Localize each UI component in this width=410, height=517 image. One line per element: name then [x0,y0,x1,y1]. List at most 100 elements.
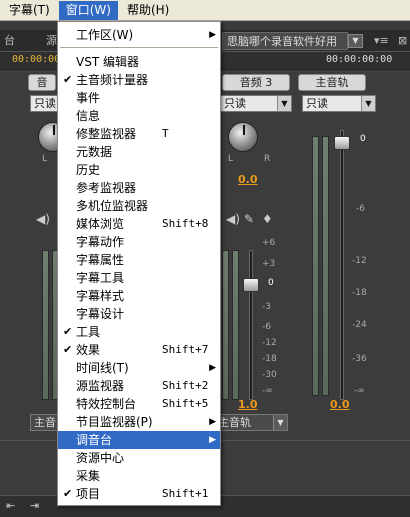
menu-item-label: 节目监视器(P) [76,415,153,429]
menu-help[interactable]: 帮助(H) [120,1,176,20]
speaker-icon[interactable]: ◀) [36,212,50,226]
menu-item-effects[interactable]: ✔ 效果 Shift+7 [58,341,220,359]
menu-item-tools[interactable]: ✔ 工具 [58,323,220,341]
automation-mode-master-label: 只读 [306,97,328,110]
menu-item-resource-central[interactable]: 资源中心 [58,449,220,467]
check-icon: ✔ [63,487,73,500]
chevron-down-icon: ▼ [273,415,287,430]
menu-item-vst-editor[interactable]: VST 编辑器 [58,53,220,71]
chevron-down-icon: ▼ [277,96,291,111]
go-to-in-icon[interactable]: ⇤ [6,499,15,512]
menu-item-label: 多机位监视器 [76,199,149,213]
menu-item-program-monitor[interactable]: 节目监视器(P) ▶ [58,413,220,431]
menu-item-history[interactable]: 历史 [58,161,220,179]
window-menu: 工作区(W) ▶ VST 编辑器 ✔ 主音频计量器 事件 信息 修整监视器 T 元数据… [57,21,221,506]
automation-mode-audio3[interactable]: 只读 ▼ [220,95,292,112]
level-meter-master-l [312,136,319,396]
menu-item-label: 历史 [76,163,101,177]
menu-item-shortcut: Shift+7 [162,343,209,356]
menu-item-effect-controls[interactable]: 特效控制台 Shift+5 [58,395,220,413]
track-name-left[interactable]: 音 [28,74,56,91]
menu-item-audio-mixer[interactable]: 调音台 ▶ [58,431,220,449]
automation-mode-left[interactable]: 只读 [30,95,58,112]
solo-icon[interactable]: ✎ [244,212,254,226]
speaker-icon[interactable]: ◀) [226,212,240,226]
menu-item-label: 时间线(T) [76,361,129,375]
pan-knob-audio3[interactable] [228,122,258,152]
timecode-left[interactable]: 00:00:00 [12,54,60,65]
pan-value[interactable]: 0.0 [238,173,258,186]
menu-item-timeline[interactable]: 时间线(T) ▶ [58,359,220,377]
menu-item-capture[interactable]: 采集 [58,467,220,485]
fader-handle-master[interactable] [334,136,350,150]
fader-track-master [340,130,344,400]
check-icon: ✔ [63,73,73,86]
fader-handle-audio3[interactable] [243,278,259,292]
knob-label-l: L [42,154,48,164]
level-meter-master-r [322,136,329,396]
fader-value-audio3: 0 [268,278,274,288]
output-bus-left[interactable]: 主音 [30,414,58,431]
menu-item-label: VST 编辑器 [76,55,139,69]
menu-item-master-meters[interactable]: ✔ 主音频计量器 [58,71,220,89]
tab-sequence[interactable]: 思脑哪个录音软件好用 [222,32,348,50]
menu-item-title-tools[interactable]: 字幕工具 [58,269,220,287]
menu-item-workspace[interactable]: 工作区(W) ▶ [58,26,220,44]
timecode-right: 00:00:00:00 [326,54,393,65]
menu-item-source-monitor[interactable]: 源监视器 Shift+2 [58,377,220,395]
menu-item-label: 修整监视器 [76,127,137,141]
menu-item-metadata[interactable]: 元数据 [58,143,220,161]
menu-item-label: 元数据 [76,145,113,159]
scale-label: -12 [262,338,277,348]
menu-window[interactable]: 窗口(W) [58,0,118,20]
scale-label: -12 [352,256,367,266]
scale-label: -36 [352,354,367,364]
submenu-arrow-icon: ▶ [209,363,216,373]
menu-item-trim-monitor[interactable]: 修整监视器 T [58,125,220,143]
menu-item-title-actions[interactable]: 字幕动作 [58,233,220,251]
menu-item-label: 媒体浏览 [76,217,125,231]
scale-label: -6 [262,322,271,332]
scale-label: +6 [262,238,276,248]
gain-value-master[interactable]: 0.0 [330,398,350,411]
level-meter-audio3-r [232,250,239,400]
level-meter-left-l [42,250,49,400]
menu-item-shortcut: T [162,127,169,140]
microphone-icon[interactable]: ♦ [262,212,273,226]
menu-item-title-properties[interactable]: 字幕属性 [58,251,220,269]
menu-item-reference-monitor[interactable]: 参考监视器 [58,179,220,197]
check-icon: ✔ [63,325,73,338]
menu-item-title-designer[interactable]: 字幕设计 [58,305,220,323]
track-name-master[interactable]: 主音轨 [298,74,366,91]
tab-dropdown-button[interactable]: ▼ [348,34,363,48]
menu-item-label: 信息 [76,109,101,123]
menu-item-project[interactable]: ✔ 项目 Shift+1 [58,485,220,503]
menu-item-events[interactable]: 事件 [58,89,220,107]
menu-item-label: 主音频计量器 [76,73,149,87]
menu-separator [60,47,218,48]
fader-track-audio3 [249,250,253,400]
menu-item-multicam-monitor[interactable]: 多机位监视器 [58,197,220,215]
track-name-audio3[interactable]: 音频 3 [222,74,290,91]
output-bus-audio3[interactable]: 主音轨 ▼ [214,414,288,431]
knob-label-r: R [264,154,271,164]
panel-menu-icon[interactable]: ▾≡ [370,32,393,50]
menu-item-label: 字幕属性 [76,253,125,267]
scale-label: +3 [262,259,276,269]
automation-mode-master[interactable]: 只读 ▼ [302,95,376,112]
menu-item-title-styles[interactable]: 字幕样式 [58,287,220,305]
menu-item-label: 字幕样式 [76,289,125,303]
level-meter-audio3-l [222,250,229,400]
close-icon[interactable]: ⊠ [394,32,410,50]
menu-item-label: 事件 [76,91,101,105]
menu-item-label: 字幕工具 [76,271,125,285]
menu-item-label: 效果 [76,343,101,357]
go-to-out-icon[interactable]: ⇥ [30,499,39,512]
gain-value-audio3[interactable]: 1.0 [238,398,258,411]
menu-item-media-browser[interactable]: 媒体浏览 Shift+8 [58,215,220,233]
automation-mode-audio3-label: 只读 [224,97,246,110]
tab-left[interactable]: 台 [0,32,19,50]
menu-item-info[interactable]: 信息 [58,107,220,125]
menu-item-label: 字幕设计 [76,307,125,321]
menu-subtitle[interactable]: 字幕(T) [2,1,57,20]
